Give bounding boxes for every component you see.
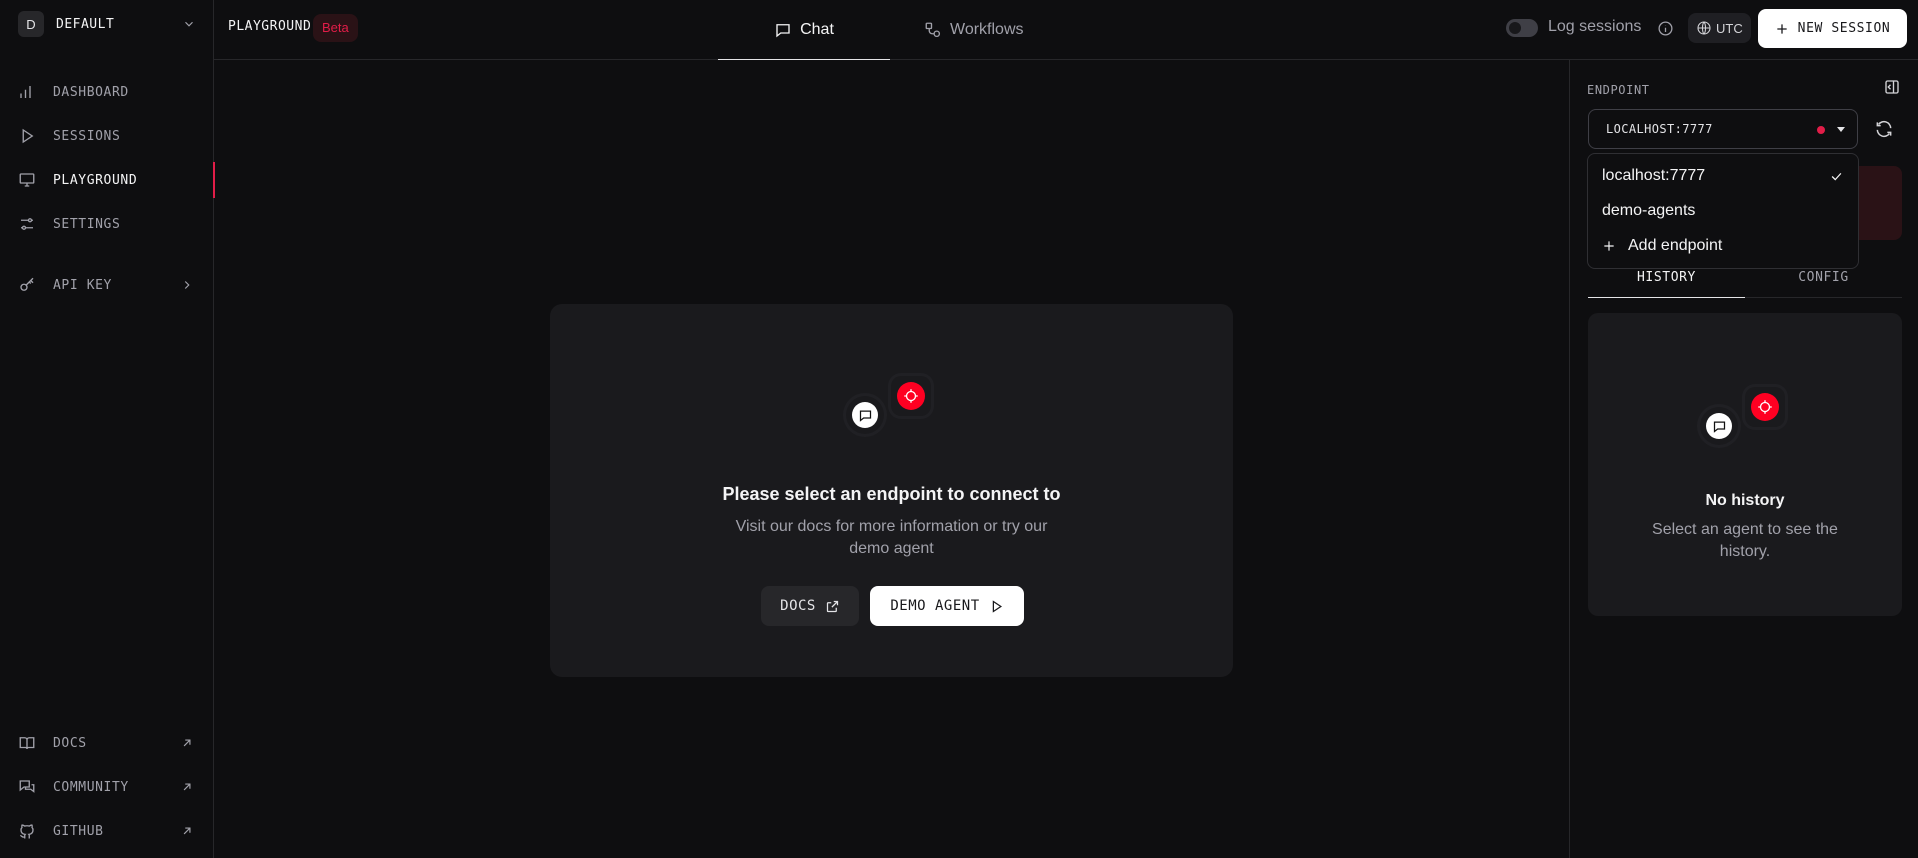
sidebar-item-label: SESSIONS — [53, 128, 121, 144]
timezone-label: UTC — [1716, 20, 1743, 36]
sidebar-item-community[interactable]: COMMUNITY — [0, 767, 214, 807]
sidebar-item-label: SETTINGS — [53, 216, 121, 232]
option-label: Add endpoint — [1628, 237, 1723, 254]
workspace-name: DEFAULT — [56, 16, 115, 32]
agent-logo-icon — [891, 376, 931, 416]
tab-history[interactable]: HISTORY — [1588, 266, 1745, 298]
sidebar-item-docs[interactable]: DOCS — [0, 723, 214, 763]
external-arrow-icon — [183, 739, 191, 747]
history-empty-illustration — [1700, 387, 1790, 447]
beta-badge: Beta — [313, 14, 358, 42]
endpoint-select[interactable]: LOCALHOST:7777 — [1588, 109, 1858, 149]
endpoint-status-dot — [1817, 126, 1825, 134]
new-session-label: NEW SESSION — [1797, 21, 1891, 36]
external-arrow-icon — [183, 783, 191, 791]
messages-icon — [19, 780, 35, 793]
key-icon — [20, 277, 34, 291]
log-sessions-toggle[interactable] — [1506, 19, 1538, 37]
external-link-icon — [826, 600, 838, 612]
history-empty-card: No history Select an agent to see the hi… — [1588, 313, 1902, 616]
tab-workflows[interactable]: Workflows — [924, 0, 1024, 60]
chevron-down-icon — [185, 21, 193, 27]
check-icon — [1831, 172, 1842, 181]
tab-label: Workflows — [950, 21, 1024, 38]
demo-agent-button[interactable]: DEMO AGENT — [870, 586, 1024, 626]
sidebar-item-label: API KEY — [53, 277, 112, 293]
option-label: localhost:7777 — [1602, 167, 1706, 184]
timezone-selector[interactable]: UTC — [1688, 13, 1751, 43]
workspace-avatar: D — [18, 11, 44, 37]
workspace-switcher[interactable]: D DEFAULT — [18, 11, 196, 37]
tab-label: Chat — [800, 20, 834, 38]
empty-state-card: Please select an endpoint to connect to … — [550, 304, 1233, 677]
page-title: PLAYGROUND — [228, 19, 312, 34]
collapse-panel-icon[interactable] — [1883, 78, 1901, 96]
external-arrow-icon — [183, 827, 191, 835]
panel-tabs: HISTORY CONFIG — [1588, 266, 1902, 298]
sidebar: D DEFAULT DASHBOARD SESSIONS PLAYGROUND … — [0, 0, 215, 858]
chat-avatar-icon — [1700, 407, 1738, 445]
empty-state-illustration — [846, 376, 936, 436]
docs-button-label: DOCS — [780, 598, 816, 614]
dropdown-option-localhost[interactable]: localhost:7777 — [1588, 159, 1858, 193]
sidebar-item-github[interactable]: GITHUB — [0, 811, 214, 851]
sidebar-item-label: GITHUB — [53, 823, 104, 839]
history-empty-title: No history — [1705, 492, 1785, 509]
sidebar-item-label: DOCS — [53, 735, 87, 751]
history-empty-subtitle: Select an agent to see the history. — [1652, 521, 1838, 560]
sidebar-item-api-key[interactable]: API KEY — [0, 265, 214, 305]
github-icon — [20, 824, 34, 839]
sliders-icon — [21, 218, 33, 230]
plus-icon — [1604, 241, 1614, 251]
plus-icon — [1776, 23, 1787, 34]
tab-chat[interactable]: Chat — [718, 0, 890, 60]
chat-avatar-icon — [846, 396, 884, 434]
docs-button[interactable]: DOCS — [761, 586, 859, 626]
new-session-button[interactable]: NEW SESSION — [1758, 9, 1907, 48]
caret-down-icon — [1837, 127, 1845, 132]
agent-logo-icon — [1745, 387, 1785, 427]
refresh-icon[interactable] — [1874, 119, 1894, 139]
sidebar-item-playground[interactable]: PLAYGROUND — [0, 160, 215, 200]
play-icon — [22, 128, 34, 144]
bar-chart-icon — [20, 86, 31, 98]
sidebar-item-sessions[interactable]: SESSIONS — [0, 116, 214, 156]
empty-state-subtitle: Visit our docs for more information or t… — [735, 518, 1048, 557]
chat-bubble-icon — [776, 23, 790, 37]
empty-state-title: Please select an endpoint to connect to — [722, 484, 1061, 504]
sidebar-item-label: DASHBOARD — [53, 84, 129, 100]
option-label: demo-agents — [1602, 202, 1696, 219]
sidebar-item-settings[interactable]: SETTINGS — [0, 204, 214, 244]
endpoint-dropdown: localhost:7777 demo-agents Add endpoint — [1587, 153, 1859, 269]
top-bar: PLAYGROUND Beta Chat Workflows Log sessi… — [214, 0, 1918, 60]
endpoint-value: LOCALHOST:7777 — [1606, 122, 1713, 136]
chat-area: Please select an endpoint to connect to … — [214, 60, 1569, 858]
sidebar-item-dashboard[interactable]: DASHBOARD — [0, 72, 214, 112]
sidebar-item-label: COMMUNITY — [53, 779, 129, 795]
info-icon[interactable] — [1657, 20, 1674, 37]
book-icon — [19, 737, 35, 750]
endpoint-label: ENDPOINT — [1587, 83, 1650, 97]
add-endpoint-option[interactable]: Add endpoint — [1588, 229, 1858, 263]
workflow-icon — [925, 22, 941, 38]
demo-agent-button-label: DEMO AGENT — [890, 598, 980, 614]
log-sessions-label: Log sessions — [1548, 18, 1642, 35]
monitor-icon — [19, 173, 35, 187]
play-icon — [992, 599, 1002, 613]
chevron-right-icon — [184, 281, 190, 289]
sidebar-item-label: PLAYGROUND — [53, 172, 138, 188]
tab-config[interactable]: CONFIG — [1745, 266, 1902, 298]
dropdown-option-demo-agents[interactable]: demo-agents — [1588, 194, 1858, 228]
globe-icon — [1697, 21, 1711, 35]
